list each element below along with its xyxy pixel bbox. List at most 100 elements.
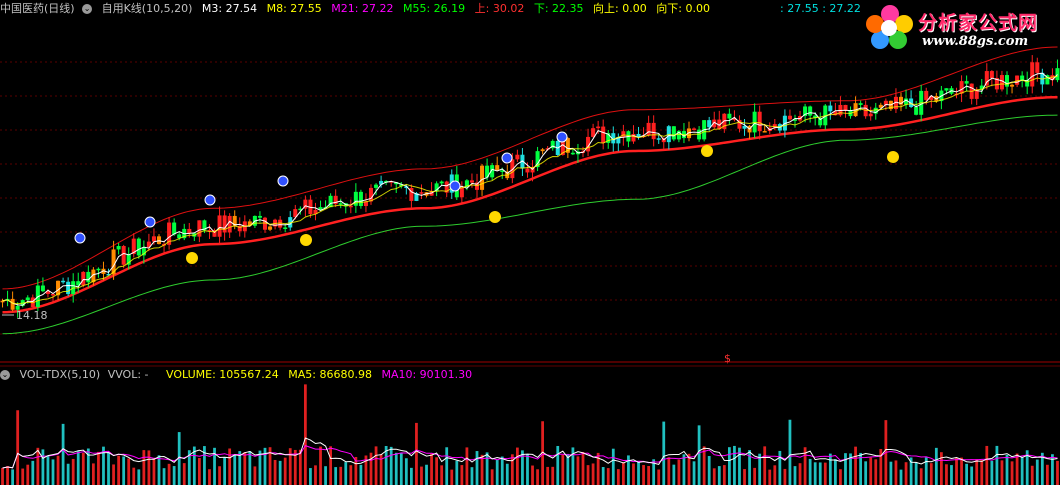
candle-body bbox=[601, 126, 606, 143]
chevron-down-icon[interactable]: ⌄ bbox=[82, 4, 93, 14]
candle-body bbox=[964, 81, 969, 84]
candle-body bbox=[227, 215, 232, 233]
candle-body bbox=[727, 113, 732, 119]
stock-name: 中国医药(日线) bbox=[0, 2, 75, 15]
candle-body bbox=[156, 236, 162, 245]
candle-body bbox=[222, 215, 227, 233]
candle-body bbox=[419, 192, 424, 194]
candle-body bbox=[596, 126, 601, 129]
candle-body bbox=[197, 220, 202, 237]
signal-marker-icon bbox=[74, 232, 86, 244]
candle-body bbox=[136, 238, 141, 256]
m3-value: M3: 27.54 bbox=[201, 2, 258, 15]
candle-body bbox=[1004, 75, 1010, 87]
candle-body bbox=[989, 71, 994, 79]
candle-body bbox=[1010, 84, 1015, 87]
price-header: 中国医药(日线) ⌄ 自用K线(10,5,20) M3: 27.54 M8: 2… bbox=[0, 1, 861, 17]
candle-body bbox=[217, 215, 222, 237]
m21-value: M21: 27.22 bbox=[331, 2, 394, 15]
candle-body bbox=[495, 165, 500, 171]
candle-body bbox=[757, 111, 762, 132]
vol-indicator-name[interactable]: VOL-TDX(5,10) bbox=[20, 368, 101, 381]
candle-body bbox=[984, 71, 989, 86]
candle-body bbox=[283, 227, 288, 229]
candle-body bbox=[348, 205, 353, 208]
candle-body bbox=[257, 215, 262, 218]
candle-body bbox=[515, 154, 520, 160]
candle-body bbox=[187, 228, 192, 234]
logo-text: 分析家公式网 bbox=[918, 12, 1039, 34]
ma21-line bbox=[2, 95, 1058, 314]
smiley-icon bbox=[701, 145, 713, 157]
candle-body bbox=[151, 236, 156, 242]
candle-body bbox=[1035, 62, 1040, 73]
logo-url: www.88gs.com bbox=[922, 34, 1029, 49]
volume-header: ⌄ VOL-TDX(5,10) VVOL: - VOLUME: 105567.2… bbox=[0, 367, 478, 383]
candle-body bbox=[959, 81, 964, 94]
candle-body bbox=[525, 168, 530, 173]
signal-marker-icon bbox=[144, 216, 156, 228]
m8-value: M8: 27.55 bbox=[266, 2, 322, 15]
candle-body bbox=[828, 105, 833, 112]
candle-body bbox=[121, 246, 126, 265]
candle-body bbox=[646, 122, 651, 136]
candle-body bbox=[999, 75, 1004, 90]
candle-body bbox=[116, 246, 121, 250]
down-value: 下: 22.35 bbox=[533, 2, 584, 15]
ma5-vol-value: MA5: 86680.98 bbox=[288, 368, 372, 381]
low-price-label: 14.18 bbox=[16, 309, 48, 322]
candle-body bbox=[808, 106, 813, 116]
candle-body bbox=[96, 268, 101, 271]
ma55-line bbox=[2, 114, 1058, 335]
candle-body bbox=[762, 131, 767, 133]
candle-body bbox=[374, 184, 379, 188]
candle-body bbox=[651, 122, 656, 140]
candle-body bbox=[439, 181, 444, 184]
volume-value: VOLUME: 105567.24 bbox=[166, 368, 279, 381]
candle-body bbox=[338, 203, 343, 205]
candle-body bbox=[656, 138, 661, 140]
candle-body bbox=[40, 285, 45, 292]
candle-body bbox=[328, 195, 333, 208]
flower-logo-icon bbox=[866, 5, 913, 49]
up-value: 上: 30.02 bbox=[474, 2, 525, 15]
m55-value: M55: 26.19 bbox=[402, 2, 466, 15]
candle-body bbox=[10, 298, 15, 310]
candle-body bbox=[459, 187, 464, 198]
candle-body bbox=[1055, 68, 1060, 81]
candle-body bbox=[570, 152, 575, 155]
candle-body bbox=[707, 120, 712, 128]
candle-body bbox=[1020, 75, 1025, 80]
logo: 分析家公式网 www.88gs.com bbox=[864, 2, 1058, 54]
candle-body bbox=[66, 281, 71, 295]
candle-body bbox=[480, 165, 485, 190]
vvol-value: VVOL: - bbox=[107, 368, 149, 381]
smiley-icon bbox=[887, 151, 899, 163]
candle-body bbox=[86, 271, 91, 283]
indicator-name[interactable]: 自用K线(10,5,20) bbox=[102, 2, 193, 15]
right-values: : 27.55 : 27.22 bbox=[780, 2, 861, 15]
candle-body bbox=[358, 191, 363, 207]
smiley-icon bbox=[186, 252, 198, 264]
candle-body bbox=[540, 149, 545, 152]
candle-body bbox=[61, 280, 66, 283]
candle-body bbox=[671, 126, 676, 140]
signal-marker-icon bbox=[449, 180, 461, 192]
candle-body bbox=[368, 187, 374, 202]
candle-body bbox=[692, 128, 697, 130]
xiang-xia-value: 向下: 0.00 bbox=[656, 2, 710, 15]
candle-body bbox=[944, 88, 949, 91]
smiley-icon bbox=[300, 234, 312, 246]
m8-line bbox=[2, 75, 1058, 305]
dollar-marker: $ bbox=[724, 352, 731, 365]
candle-body bbox=[787, 115, 792, 120]
signal-marker-icon bbox=[204, 194, 216, 206]
xiang-shang-value: 向上: 0.00 bbox=[593, 2, 647, 15]
candle-body bbox=[1030, 62, 1035, 87]
candle-body bbox=[469, 180, 474, 183]
m3-line bbox=[2, 72, 1058, 306]
candle-body bbox=[268, 226, 273, 230]
signal-marker-icon bbox=[277, 175, 289, 187]
chevron-down-icon[interactable]: ⌄ bbox=[0, 370, 10, 380]
signal-marker-icon bbox=[501, 152, 513, 164]
